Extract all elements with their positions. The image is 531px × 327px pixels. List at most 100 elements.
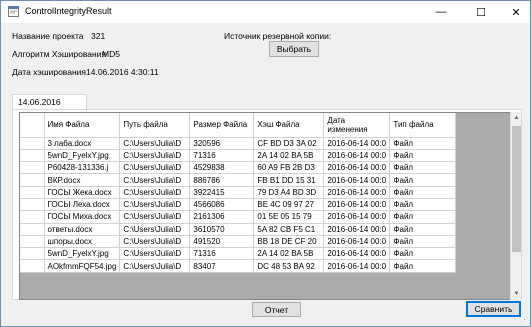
cell-modified-date[interactable]: 2016-06-14 00:0 bbox=[323, 198, 391, 212]
row-header[interactable] bbox=[20, 259, 45, 273]
cell-file-size[interactable]: 4566086 bbox=[189, 198, 255, 212]
cell-modified-date[interactable]: 2016-06-14 00:0 bbox=[323, 186, 391, 199]
cell-file-size[interactable]: 71316 bbox=[189, 149, 255, 163]
cell-file-name[interactable]: P60428-131336.j bbox=[44, 161, 121, 175]
row-header[interactable] bbox=[20, 198, 45, 212]
maximize-button[interactable]: ☐ bbox=[466, 1, 496, 23]
cell-file-path[interactable]: C:\Users\Julia\D bbox=[119, 198, 191, 212]
table-row[interactable]: ВКР.docx C:\Users\Julia\D 886786 FB B1 DD 1… bbox=[20, 173, 457, 187]
row-header[interactable] bbox=[20, 186, 45, 199]
cell-file-path[interactable]: C:\Users\Julia\D bbox=[119, 259, 191, 273]
cell-file-size[interactable]: 4529838 bbox=[189, 161, 255, 175]
cell-file-size[interactable]: 83407 bbox=[189, 259, 255, 273]
table-row[interactable]: ГОСЫ Миха.docx C:\Users\Julia\D 2161306 01 … bbox=[20, 210, 457, 224]
cell-file-path[interactable]: C:\Users\Julia\D bbox=[119, 137, 191, 150]
compare-button[interactable]: Сравнить bbox=[466, 301, 521, 317]
cell-file-type[interactable]: Файл bbox=[389, 137, 457, 150]
column-header-file-name[interactable]: Имя Файла bbox=[44, 113, 121, 138]
cell-file-hash[interactable]: 01 5E 05 15 79 bbox=[253, 210, 325, 224]
cell-file-path[interactable]: C:\Users\Julia\D bbox=[119, 186, 191, 199]
cell-file-hash[interactable]: 2A 14 02 BA 5B bbox=[253, 247, 325, 261]
cell-file-path[interactable]: C:\Users\Julia\D bbox=[119, 161, 191, 175]
cell-file-hash[interactable]: DC 48 53 BA 92 bbox=[253, 259, 325, 273]
row-header[interactable] bbox=[20, 173, 45, 187]
cell-modified-date[interactable]: 2016-06-14 00:0 bbox=[323, 137, 391, 150]
cell-file-size[interactable]: 3610570 bbox=[189, 223, 255, 236]
cell-file-name[interactable]: 5wnD_FyelxY.jpg bbox=[44, 149, 121, 163]
tab-hash-date[interactable]: 14.06.2016 4:30:11 bbox=[12, 94, 87, 117]
table-row[interactable]: шпоры.docx C:\Users\Julia\D 491520 BB 18 DE… bbox=[20, 235, 457, 249]
cell-file-size[interactable]: 491520 bbox=[189, 235, 255, 249]
cell-file-name[interactable]: шпоры.docx bbox=[44, 235, 121, 249]
column-header-modified-date[interactable]: Дата изменения bbox=[323, 113, 391, 138]
cell-file-type[interactable]: Файл bbox=[389, 223, 457, 236]
cell-file-hash[interactable]: 5A 82 CB F5 C1 bbox=[253, 223, 325, 236]
row-header[interactable] bbox=[20, 149, 45, 163]
column-header-file-hash[interactable]: Хэш Файла bbox=[253, 113, 325, 138]
cell-file-path[interactable]: C:\Users\Julia\D bbox=[119, 223, 191, 236]
table-row[interactable]: 5wnD_FyelxY.jpg C:\Users\Julia\D 71316 2A 1… bbox=[20, 247, 457, 261]
column-header-file-type[interactable]: Тип файла bbox=[389, 113, 457, 138]
cell-file-type[interactable]: Файл bbox=[389, 161, 457, 175]
cell-file-hash[interactable]: 79 D3 A4 BD 3D bbox=[253, 186, 325, 199]
cell-file-name[interactable]: 5wnD_FyelxY.jpg bbox=[44, 247, 121, 261]
cell-file-type[interactable]: Файл bbox=[389, 173, 457, 187]
cell-file-path[interactable]: C:\Users\Julia\D bbox=[119, 149, 191, 163]
cell-file-type[interactable]: Файл bbox=[389, 186, 457, 199]
choose-backup-button[interactable]: Выбрать bbox=[269, 41, 319, 57]
table-row[interactable]: ответы.docx C:\Users\Julia\D 3610570 5A 82 … bbox=[20, 223, 457, 236]
table-row[interactable]: P60428-131336.j C:\Users\Julia\D 4529838 60… bbox=[20, 161, 457, 175]
minimize-button[interactable]: — bbox=[426, 1, 456, 23]
cell-file-hash[interactable]: BE 4C 09 97 27 bbox=[253, 198, 325, 212]
close-button[interactable]: ✕ bbox=[501, 1, 531, 23]
cell-file-type[interactable]: Файл bbox=[389, 149, 457, 163]
cell-modified-date[interactable]: 2016-06-14 00:0 bbox=[323, 210, 391, 224]
cell-file-type[interactable]: Файл bbox=[389, 247, 457, 261]
scroll-up-arrow-icon[interactable]: ▲ bbox=[511, 112, 522, 124]
table-row[interactable]: 5wnD_FyelxY.jpg C:\Users\Julia\D 71316 2A 1… bbox=[20, 149, 457, 163]
cell-modified-date[interactable]: 2016-06-14 00:0 bbox=[323, 259, 391, 273]
cell-file-hash[interactable]: 2A 14 02 BA 5B bbox=[253, 149, 325, 163]
cell-modified-date[interactable]: 2016-06-14 00:0 bbox=[323, 235, 391, 249]
cell-file-hash[interactable]: FB B1 DD 15 31 bbox=[253, 173, 325, 187]
table-row[interactable]: 3 лаба.docx C:\Users\Julia\D 320596 CF BD D… bbox=[20, 137, 457, 150]
cell-file-name[interactable]: ВКР.docx bbox=[44, 173, 121, 187]
cell-file-size[interactable]: 71316 bbox=[189, 247, 255, 261]
cell-file-name[interactable]: ГОСЫ Жека.docx bbox=[44, 186, 121, 199]
cell-file-name[interactable]: 3 лаба.docx bbox=[44, 137, 121, 150]
cell-file-name[interactable]: AOkfmmFQF54.jpg bbox=[44, 259, 121, 273]
cell-file-name[interactable]: ГОСЫ Миха.docx bbox=[44, 210, 121, 224]
report-button[interactable]: Отчет bbox=[252, 302, 301, 317]
cell-file-type[interactable]: Файл bbox=[389, 259, 457, 273]
resize-grip-icon[interactable]: ⋰ bbox=[521, 316, 528, 324]
cell-file-size[interactable]: 320596 bbox=[189, 137, 255, 150]
cell-file-hash[interactable]: BB 18 DE CF 20 bbox=[253, 235, 325, 249]
cell-file-name[interactable]: ГОСЫ Леха.docx bbox=[44, 198, 121, 212]
cell-modified-date[interactable]: 2016-06-14 00:0 bbox=[323, 173, 391, 187]
cell-file-path[interactable]: C:\Users\Julia\D bbox=[119, 235, 191, 249]
cell-file-size[interactable]: 3922415 bbox=[189, 186, 255, 199]
cell-file-size[interactable]: 886786 bbox=[189, 173, 255, 187]
scrollbar-thumb[interactable] bbox=[512, 126, 521, 252]
cell-file-size[interactable]: 2161306 bbox=[189, 210, 255, 224]
cell-file-path[interactable]: C:\Users\Julia\D bbox=[119, 173, 191, 187]
column-header-file-size[interactable]: Размер Файла bbox=[189, 113, 255, 138]
vertical-scrollbar[interactable]: ▲ ▼ bbox=[510, 112, 521, 300]
cell-file-hash[interactable]: CF BD D3 3A 02 bbox=[253, 137, 325, 150]
row-header[interactable] bbox=[20, 137, 45, 150]
cell-file-type[interactable]: Файл bbox=[389, 210, 457, 224]
row-header[interactable] bbox=[20, 210, 45, 224]
cell-file-path[interactable]: C:\Users\Julia\D bbox=[119, 247, 191, 261]
table-row[interactable]: AOkfmmFQF54.jpg C:\Users\Julia\D 83407 DC 4… bbox=[20, 259, 457, 273]
cell-file-type[interactable]: Файл bbox=[389, 235, 457, 249]
column-header-file-path[interactable]: Путь файла bbox=[119, 113, 191, 138]
table-row[interactable]: ГОСЫ Леха.docx C:\Users\Julia\D 4566086 BE … bbox=[20, 198, 457, 212]
cell-file-name[interactable]: ответы.docx bbox=[44, 223, 121, 236]
row-header[interactable] bbox=[20, 247, 45, 261]
cell-file-type[interactable]: Файл bbox=[389, 198, 457, 212]
cell-modified-date[interactable]: 2016-06-14 00:0 bbox=[323, 247, 391, 261]
row-header[interactable] bbox=[20, 161, 45, 175]
row-header[interactable] bbox=[20, 223, 45, 236]
cell-file-hash[interactable]: 60 A9 FB 2B D3 bbox=[253, 161, 325, 175]
scroll-down-arrow-icon[interactable]: ▼ bbox=[511, 288, 522, 300]
